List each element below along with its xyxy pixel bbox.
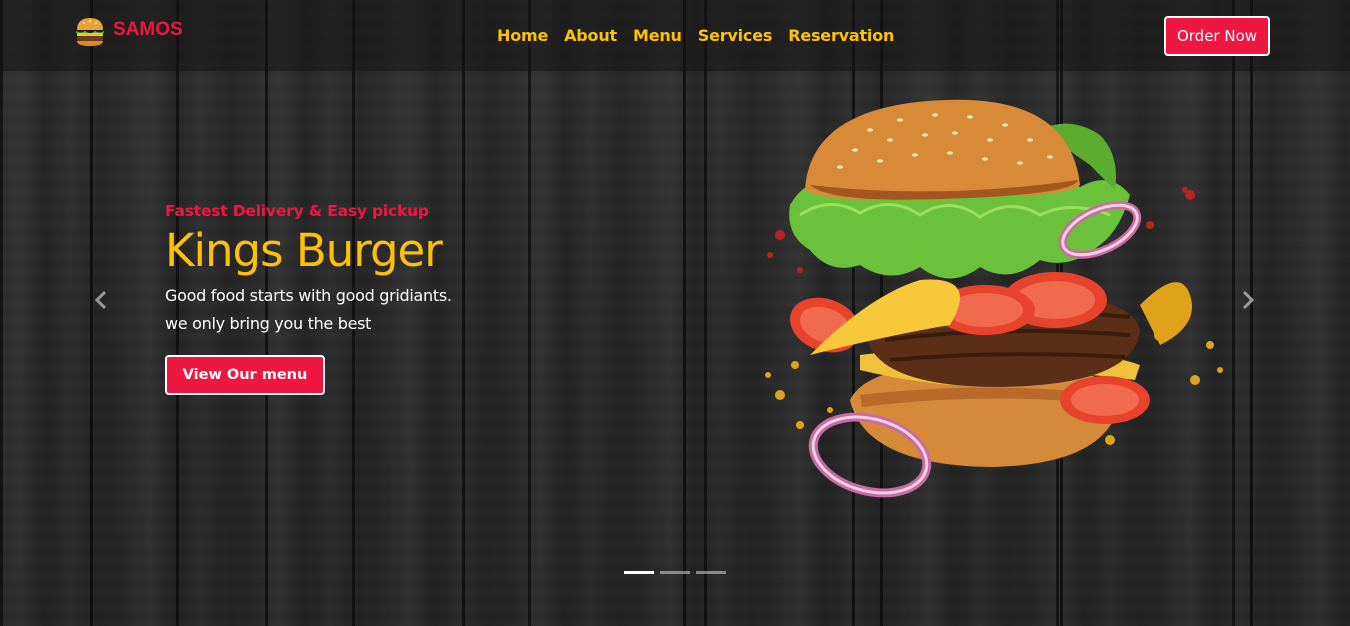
carousel-indicators <box>624 571 726 574</box>
order-now-button[interactable]: Order Now <box>1164 16 1270 56</box>
chevron-right-icon <box>1242 290 1255 310</box>
carousel-next-button[interactable] <box>1236 288 1260 312</box>
hero-headline: Kings Burger <box>165 224 443 277</box>
brand-name: SAMOS <box>113 19 183 40</box>
nav-links: Home About Menu Services Reservation <box>497 26 894 45</box>
carousel-indicator-3[interactable] <box>696 571 726 574</box>
nav-link-services[interactable]: Services <box>698 26 773 45</box>
nav-link-about[interactable]: About <box>564 26 617 45</box>
nav-link-menu[interactable]: Menu <box>633 26 682 45</box>
hero-tagline: Fastest Delivery & Easy pickup <box>165 202 429 220</box>
carousel-indicator-1[interactable] <box>624 571 654 574</box>
burger-image <box>765 99 1223 498</box>
carousel-prev-button[interactable] <box>89 288 113 312</box>
hero-subtext-line-2: we only bring you the best <box>165 314 372 333</box>
hero-subtext: Good food starts with good gridiants. we… <box>165 282 452 338</box>
brand-logo[interactable]: SAMOS <box>73 15 183 49</box>
hero-subtext-line-1: Good food starts with good gridiants. <box>165 286 452 305</box>
view-menu-button[interactable]: View Our menu <box>165 355 325 395</box>
burger-icon <box>76 18 104 46</box>
carousel-indicator-2[interactable] <box>660 571 690 574</box>
hero-text: Fastest Delivery & Easy pickup Kings Bur… <box>165 202 452 395</box>
chevron-left-icon <box>94 290 107 310</box>
nav-link-home[interactable]: Home <box>497 26 548 45</box>
navbar: SAMOS Home About Menu Services Reservati… <box>0 0 1350 71</box>
nav-link-reservation[interactable]: Reservation <box>788 26 894 45</box>
